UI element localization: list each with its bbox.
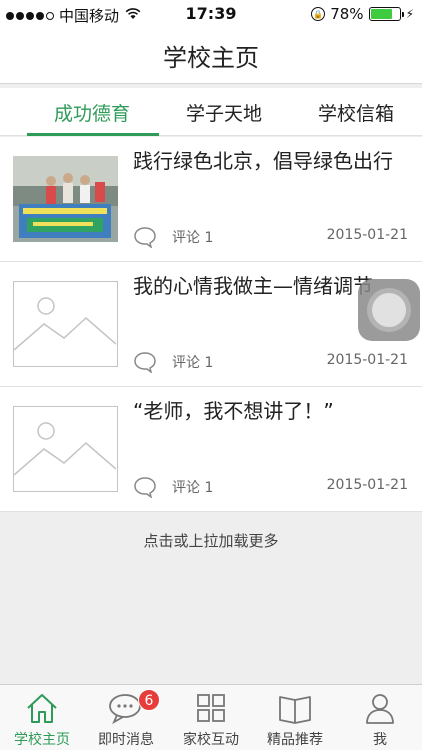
tab-home-school-interaction[interactable]: 家校互动 xyxy=(169,685,253,750)
bottom-tab-bar: 学校主页 6 即时消息 家校互动 精品推荐 我 xyxy=(0,684,422,750)
tab-label: 学校主页 xyxy=(14,732,70,748)
charging-icon: ⚡ xyxy=(405,7,414,21)
comment-icon xyxy=(133,351,157,374)
comment-icon xyxy=(133,476,157,499)
list-item[interactable]: 践行绿色北京，倡导绿色出行 评论 1 2015-01-21 xyxy=(0,137,422,262)
unread-badge: 6 xyxy=(138,689,160,711)
tab-student-world[interactable]: 学子天地 xyxy=(154,88,294,136)
tab-me[interactable]: 我 xyxy=(338,685,422,750)
tab-label: 即时消息 xyxy=(98,732,154,748)
tab-label: 家校互动 xyxy=(183,732,239,748)
rotation-lock-icon: 🔒 xyxy=(311,7,326,21)
tab-label: 我 xyxy=(373,732,387,748)
active-tab-indicator xyxy=(27,133,159,136)
tab-instant-messages[interactable]: 6 即时消息 xyxy=(84,685,168,750)
tab-label: 精品推荐 xyxy=(267,732,323,748)
comment-count: 评论 1 xyxy=(172,230,214,246)
tab-school-home[interactable]: 学校主页 xyxy=(0,685,84,750)
article-title: “老师，我不想讲了！” xyxy=(133,399,334,423)
article-date: 2015-01-21 xyxy=(326,227,408,243)
tab-recommendations[interactable]: 精品推荐 xyxy=(253,685,337,750)
status-bar: 中国移动 17:39 🔒 78% ⚡ xyxy=(0,0,422,28)
article-title: 践行绿色北京，倡导绿色出行 xyxy=(133,149,393,173)
load-more-button[interactable]: 点击或上拉加载更多 xyxy=(0,530,422,551)
battery-icon xyxy=(368,7,404,21)
battery-percent: 78% xyxy=(330,5,364,23)
comment-count: 评论 1 xyxy=(172,355,214,371)
comment-count: 评论 1 xyxy=(172,480,214,496)
image-placeholder-icon xyxy=(13,281,118,367)
assistive-touch-button[interactable] xyxy=(358,279,420,341)
tab-school-mailbox[interactable]: 学校信箱 xyxy=(286,88,422,136)
tab-moral-education[interactable]: 成功德育 xyxy=(22,88,162,136)
list-item[interactable]: “老师，我不想讲了！” 评论 1 2015-01-21 xyxy=(0,387,422,512)
home-icon xyxy=(24,691,60,725)
article-date: 2015-01-21 xyxy=(326,352,408,368)
tab-bar-top: 成功德育 学子天地 学校信箱 xyxy=(0,88,422,136)
nav-bar: 学校主页 xyxy=(0,28,422,84)
page-title: 学校主页 xyxy=(163,44,259,72)
image-placeholder-icon xyxy=(13,406,118,492)
book-icon xyxy=(277,691,313,725)
battery-level-fill xyxy=(370,9,393,19)
status-right: 🔒 78% ⚡ xyxy=(311,5,414,23)
person-icon xyxy=(362,691,398,725)
comment-icon xyxy=(133,226,157,249)
article-photo xyxy=(13,156,118,242)
article-date: 2015-01-21 xyxy=(326,477,408,493)
grid-icon xyxy=(193,691,229,725)
